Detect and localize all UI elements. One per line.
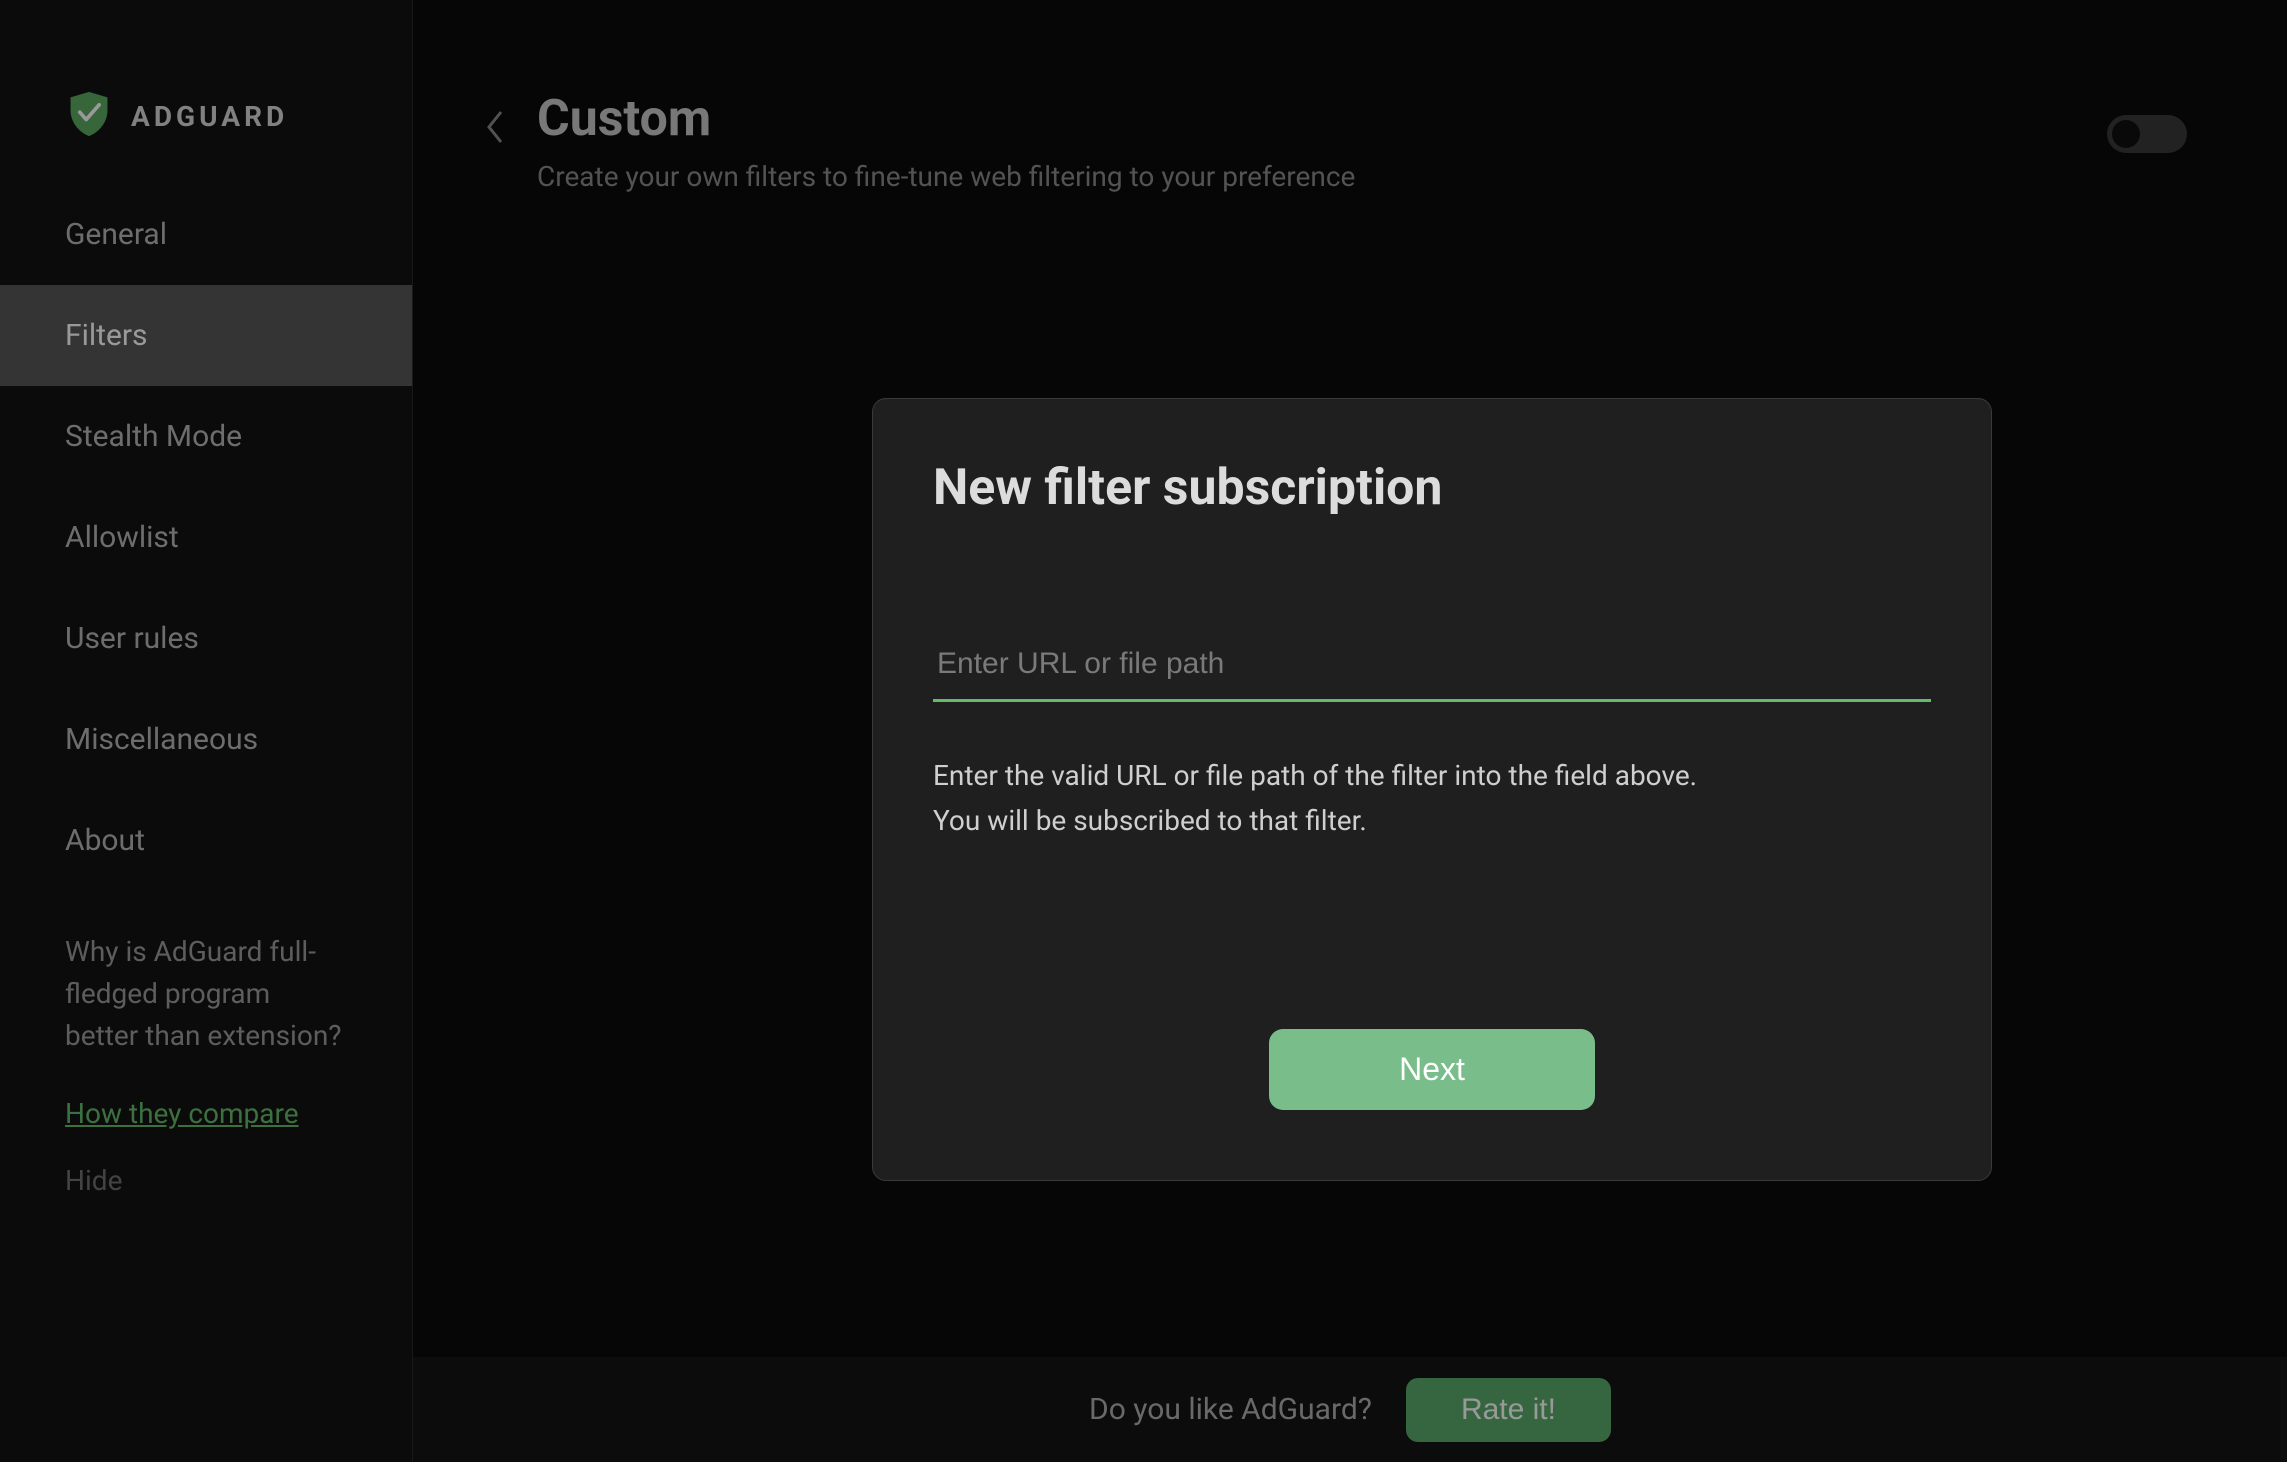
next-button[interactable]: Next	[1269, 1029, 1595, 1110]
toggle-knob	[2112, 120, 2140, 148]
sidebar-item-label: Allowlist	[65, 520, 179, 555]
filter-url-input[interactable]	[933, 637, 1931, 702]
sidebar-item-label: Filters	[65, 318, 148, 353]
sidebar-nav: General Filters Stealth Mode Allowlist U…	[0, 184, 412, 891]
new-filter-modal: New filter subscription Enter the valid …	[872, 398, 1992, 1181]
page-subtitle: Create your own filters to fine-tune web…	[537, 160, 1355, 193]
sidebar-item-user-rules[interactable]: User rules	[0, 588, 412, 689]
sidebar: ADGUARD General Filters Stealth Mode All…	[0, 0, 413, 1462]
page-title: Custom	[537, 90, 1355, 148]
sidebar-item-stealth-mode[interactable]: Stealth Mode	[0, 386, 412, 487]
sidebar-item-allowlist[interactable]: Allowlist	[0, 487, 412, 588]
sidebar-item-miscellaneous[interactable]: Miscellaneous	[0, 689, 412, 790]
custom-toggle[interactable]	[2107, 115, 2187, 153]
sidebar-item-label: About	[65, 823, 145, 858]
sidebar-item-label: Miscellaneous	[65, 722, 258, 757]
promo-text: Why is AdGuard full-fledged program bett…	[65, 931, 347, 1057]
sidebar-item-label: General	[65, 217, 167, 252]
back-icon[interactable]	[483, 108, 507, 150]
modal-title: New filter subscription	[933, 459, 1931, 517]
promo-hide-link[interactable]: Hide	[65, 1164, 347, 1197]
sidebar-item-filters[interactable]: Filters	[0, 285, 412, 386]
sidebar-item-general[interactable]: General	[0, 184, 412, 285]
modal-hint: Enter the valid URL or file path of the …	[933, 754, 1931, 844]
sidebar-item-label: User rules	[65, 621, 199, 656]
page-header: Custom Create your own filters to fine-t…	[413, 0, 2287, 193]
sidebar-item-about[interactable]: About	[0, 790, 412, 891]
shield-logo-icon	[65, 90, 113, 142]
promo-block: Why is AdGuard full-fledged program bett…	[0, 931, 412, 1197]
promo-compare-link[interactable]: How they compare	[65, 1097, 299, 1130]
brand-row: ADGUARD	[0, 0, 412, 184]
brand-name: ADGUARD	[131, 100, 288, 133]
footer-text: Do you like AdGuard?	[1089, 1392, 1372, 1427]
rate-button[interactable]: Rate it!	[1406, 1378, 1611, 1442]
sidebar-item-label: Stealth Mode	[65, 419, 242, 454]
footer-bar: Do you like AdGuard? Rate it!	[413, 1357, 2287, 1462]
